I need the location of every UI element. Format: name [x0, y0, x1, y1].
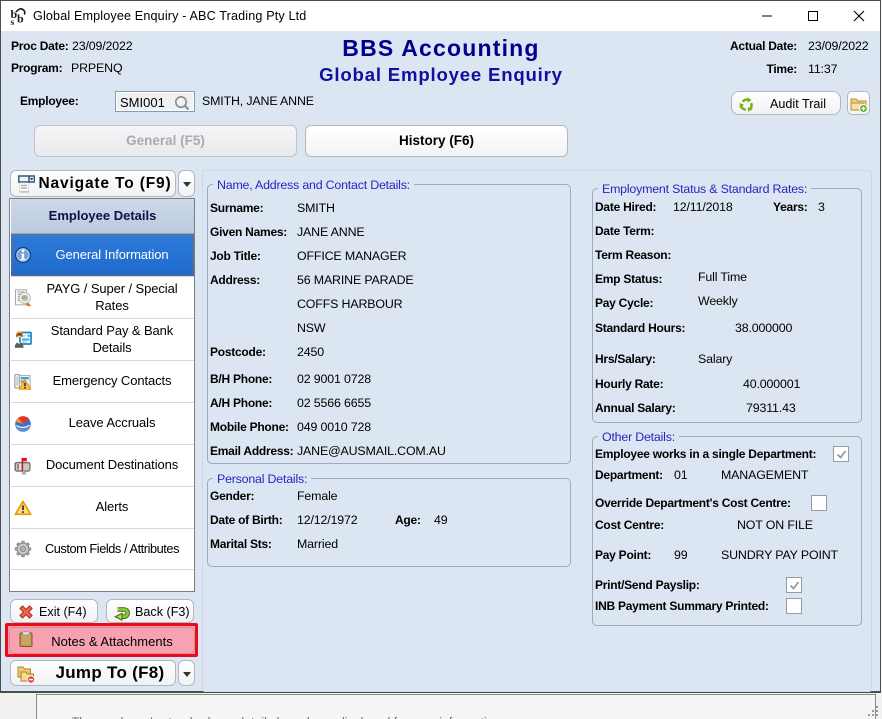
svg-text:s: s [11, 18, 15, 26]
svg-text:b: b [17, 12, 24, 26]
